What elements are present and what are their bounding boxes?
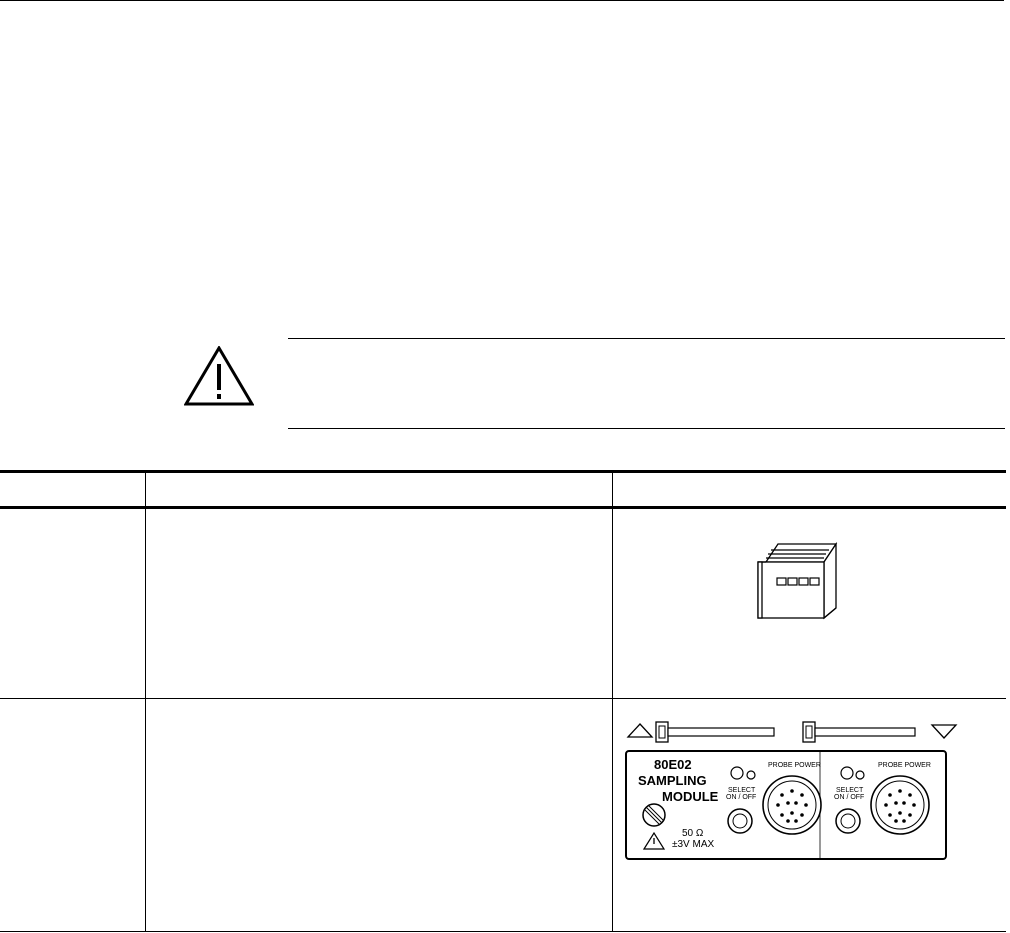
table-column-divider xyxy=(145,470,146,932)
parts-table xyxy=(0,470,1006,933)
table-row-rule xyxy=(0,698,1006,699)
warning-triangle-icon xyxy=(184,346,254,406)
warning-block xyxy=(0,0,1010,440)
probe-power-label: PROBE POWER xyxy=(878,762,931,769)
table-header-cell xyxy=(154,473,604,506)
led-icon xyxy=(730,766,744,780)
table-header-rule xyxy=(0,506,1006,509)
probe-power-label: PROBE POWER xyxy=(768,762,821,769)
led-icon xyxy=(855,770,865,780)
table-bottom-rule xyxy=(0,931,1006,932)
table-header-cell xyxy=(8,473,138,506)
warning-rule-bottom xyxy=(288,428,1005,429)
warning-rule-top xyxy=(288,338,1005,339)
table-column-divider xyxy=(612,470,613,932)
led-icon xyxy=(746,770,756,780)
sampling-module-front-panel: 80E02 SAMPLING MODULE 50 Ω ±3V MAX SELEC… xyxy=(625,721,958,860)
module-model: 80E02 xyxy=(654,757,692,772)
impedance-label: 50 Ω xyxy=(682,828,704,839)
led-icon xyxy=(840,766,854,780)
table-header-cell xyxy=(620,473,1000,506)
manual-book-icon xyxy=(757,541,838,620)
module-line1: SAMPLING xyxy=(638,773,707,788)
select-label: SELECT xyxy=(836,787,864,794)
up-arrow-icon xyxy=(626,723,654,738)
max-voltage-label: ±3V MAX xyxy=(672,839,714,850)
select-onoff-label: ON / OFF xyxy=(726,794,756,801)
select-onoff-label: ON / OFF xyxy=(834,794,864,801)
down-arrow-icon xyxy=(930,724,958,739)
select-label: SELECT xyxy=(728,787,756,794)
module-line2: MODULE xyxy=(662,789,719,804)
